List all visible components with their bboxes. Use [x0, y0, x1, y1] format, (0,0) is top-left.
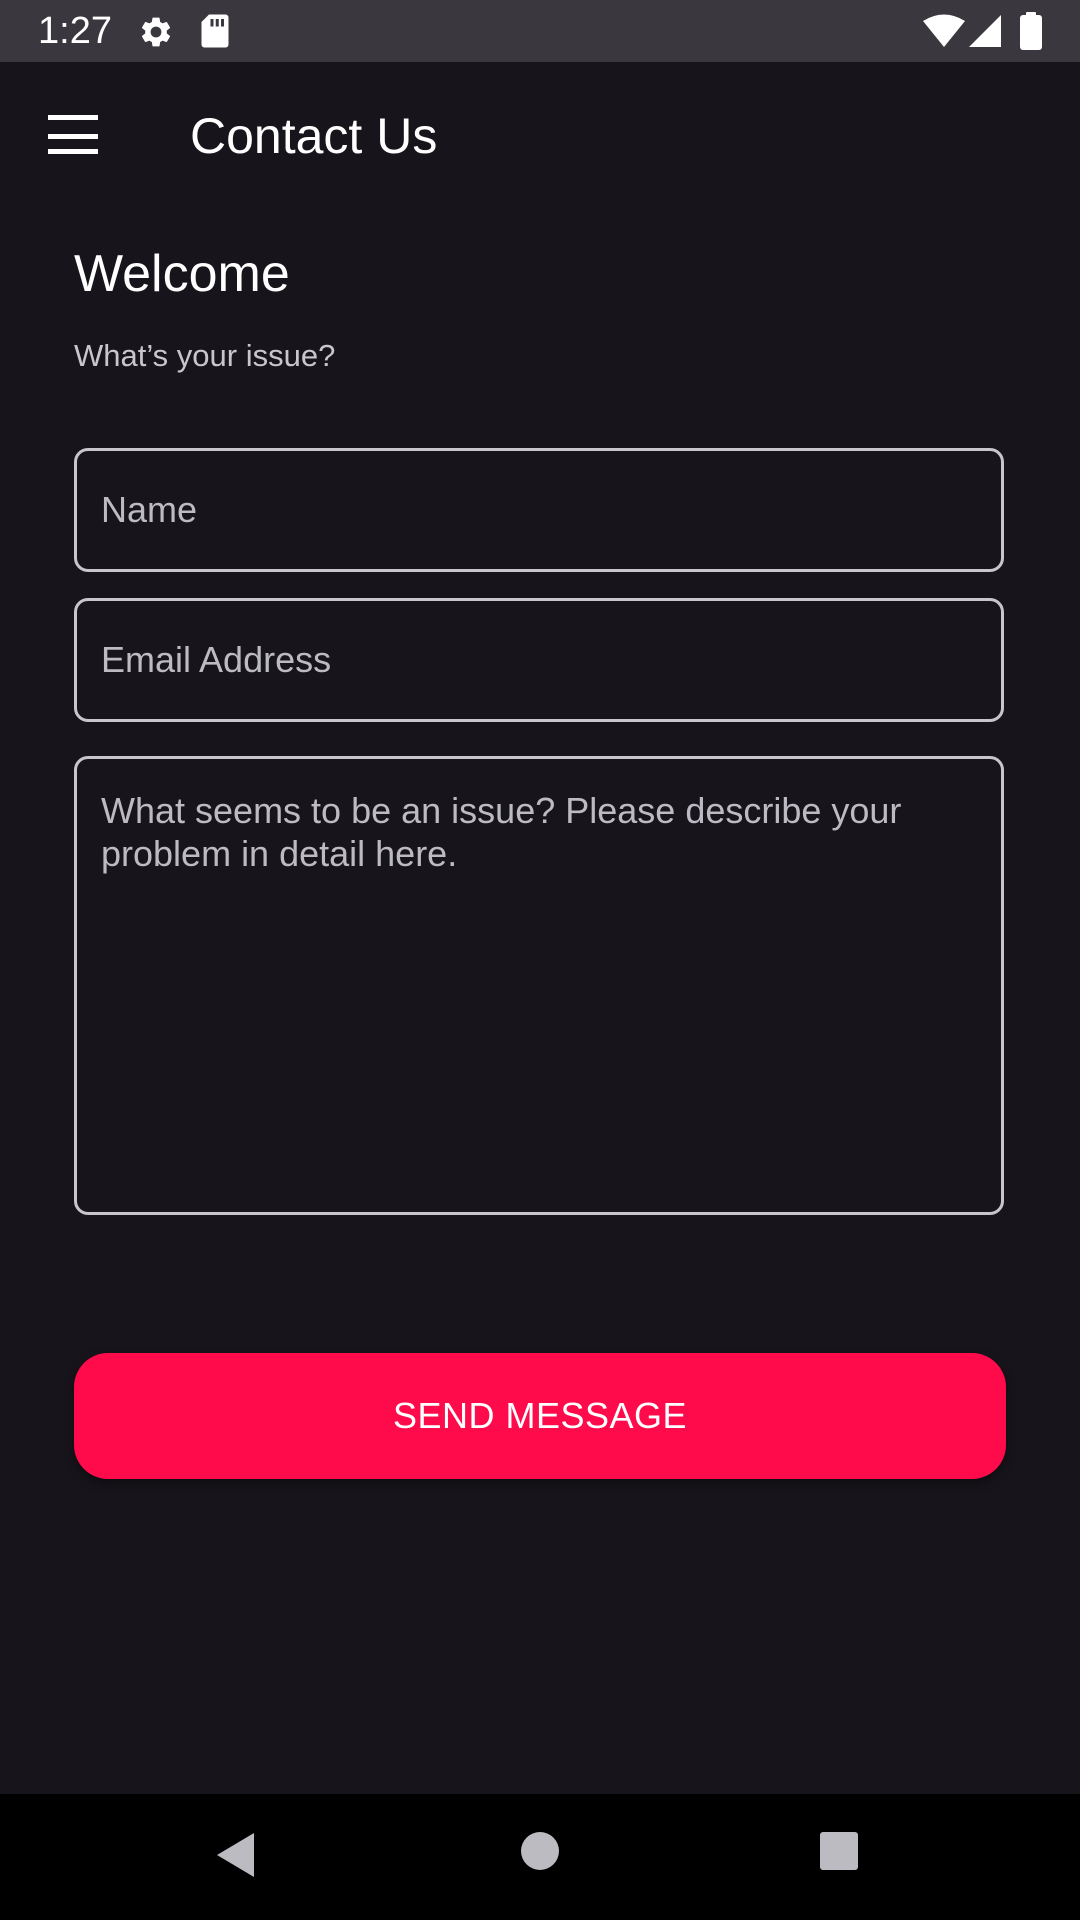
- hamburger-menu-icon: [48, 115, 98, 154]
- home-icon[interactable]: [519, 1830, 561, 1872]
- gear-icon: [141, 17, 171, 47]
- sd-card-icon: [201, 14, 229, 48]
- status-bar: 1:27: [0, 0, 1080, 62]
- wifi-icon: [923, 14, 965, 47]
- recents-icon[interactable]: [818, 1830, 860, 1872]
- menu-button[interactable]: [28, 100, 116, 172]
- app-bar: Contact Us: [0, 62, 1080, 212]
- signal-icon: [969, 15, 1001, 47]
- email-field[interactable]: [74, 598, 1004, 722]
- back-icon[interactable]: [214, 1830, 260, 1880]
- send-message-button[interactable]: SEND MESSAGE: [74, 1353, 1006, 1479]
- name-field[interactable]: [74, 448, 1004, 572]
- issue-description-field[interactable]: [74, 756, 1004, 1215]
- welcome-title: Welcome: [74, 245, 290, 303]
- system-nav-bar: [0, 1794, 1080, 1920]
- page-title: Contact Us: [190, 108, 438, 164]
- subtitle: What’s your issue?: [74, 338, 336, 373]
- battery-icon: [1020, 12, 1042, 50]
- status-time: 1:27: [38, 10, 112, 52]
